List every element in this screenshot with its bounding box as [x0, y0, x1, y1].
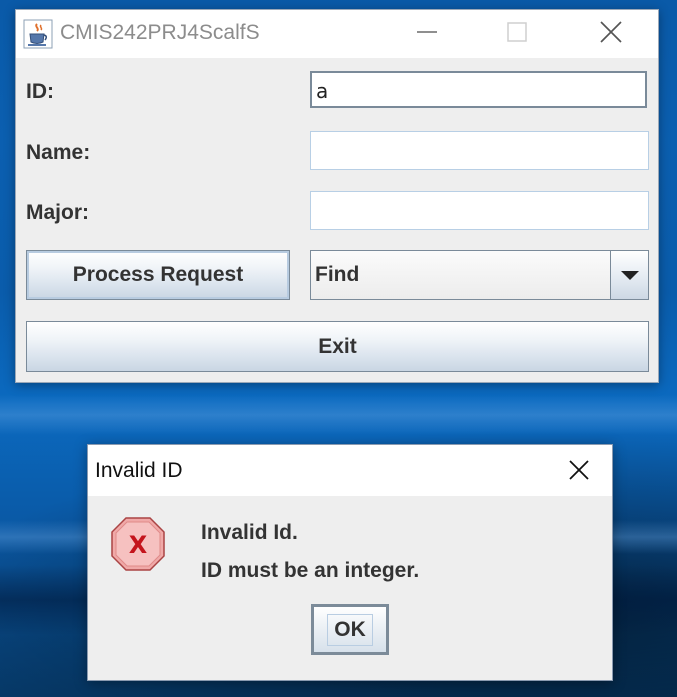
- window-title: CMIS242PRJ4ScalfS: [60, 21, 260, 44]
- exit-button[interactable]: Exit: [26, 321, 649, 372]
- error-icon: X: [109, 515, 167, 573]
- id-label: ID:: [26, 80, 54, 103]
- maximize-button[interactable]: [472, 10, 562, 58]
- name-label: Name:: [26, 141, 91, 164]
- exit-label: Exit: [318, 334, 357, 358]
- major-label: Major:: [26, 201, 89, 224]
- name-field[interactable]: [310, 131, 649, 170]
- action-select-value: Find: [315, 263, 360, 286]
- dialog-message-line2: ID must be an integer.: [201, 559, 420, 582]
- ok-label: OK: [327, 613, 373, 646]
- id-field[interactable]: a: [310, 71, 647, 108]
- dialog-message-line1: Invalid Id.: [201, 521, 298, 544]
- major-field[interactable]: [310, 191, 649, 230]
- main-window: CMIS242PRJ4ScalfS ID: a Name: Major: Pro…: [15, 9, 659, 383]
- chevron-down-icon: [620, 266, 639, 285]
- process-request-label: Process Request: [72, 263, 244, 286]
- dialog-titlebar[interactable]: Invalid ID: [88, 445, 612, 496]
- close-icon: [599, 20, 623, 48]
- main-window-titlebar[interactable]: CMIS242PRJ4ScalfS: [16, 10, 658, 58]
- ok-button[interactable]: OK: [311, 604, 389, 655]
- action-select-arrow[interactable]: [610, 251, 648, 299]
- desktop-light-beam: [0, 395, 677, 435]
- minimize-icon: [416, 21, 438, 47]
- close-icon[interactable]: [564, 455, 594, 485]
- dialog-title: Invalid ID: [95, 459, 183, 482]
- svg-text:X: X: [129, 531, 148, 559]
- action-select[interactable]: Find: [310, 250, 649, 300]
- close-button[interactable]: [566, 10, 656, 58]
- invalid-id-dialog: Invalid ID X Invalid Id. ID must be an i…: [87, 444, 613, 681]
- minimize-button[interactable]: [382, 10, 472, 58]
- java-cup-icon[interactable]: [23, 19, 53, 49]
- process-request-button[interactable]: Process Request: [26, 250, 290, 300]
- maximize-icon: [506, 21, 528, 47]
